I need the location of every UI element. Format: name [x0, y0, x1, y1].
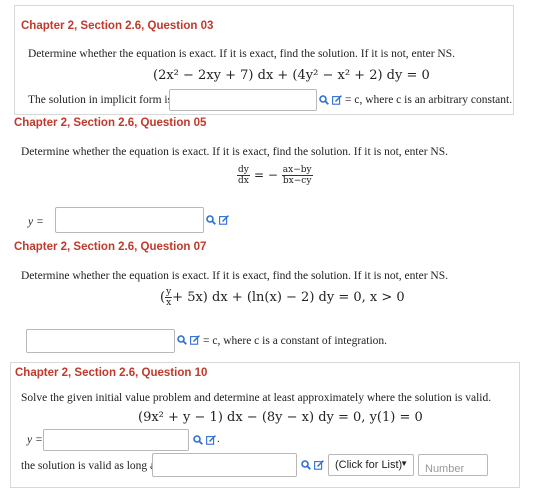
chevron-down-icon: ▼: [400, 459, 408, 468]
question-05-answer-label: y =: [28, 216, 44, 228]
question-03-heading: Chapter 2, Section 2.6, Question 03: [21, 20, 214, 32]
question-05-answer-input[interactable]: [55, 207, 204, 233]
question-07-suffix: = c, where c is a constant of integratio…: [203, 335, 388, 347]
search-icon[interactable]: [206, 215, 216, 225]
number-placeholder: Number: [425, 463, 465, 475]
condition-select-value: (Click for List): [335, 459, 403, 471]
question-07-answer-input[interactable]: [26, 329, 175, 353]
question-05-rhs-fraction: ax−by bx−cy: [281, 165, 313, 186]
edit-icon[interactable]: [219, 215, 229, 225]
edit-icon[interactable]: [332, 95, 342, 105]
question-05-equation: dy dx = − ax−by bx−cy: [237, 165, 313, 186]
question-10-heading: Chapter 2, Section 2.6, Question 10: [15, 367, 208, 379]
question-05-rhs-den: bx−cy: [282, 176, 312, 186]
edit-icon[interactable]: [206, 435, 216, 445]
question-03-prompt: Determine whether the equation is exact.…: [28, 48, 455, 60]
question-10-valid-input[interactable]: [152, 453, 297, 477]
question-10-after-icons: .: [217, 433, 220, 445]
question-10-answer-input[interactable]: [43, 429, 189, 451]
question-07-prompt: Determine whether the equation is exact.…: [21, 270, 448, 282]
question-10-answer-label: y =: [27, 434, 43, 446]
question-03-equation: (2x² − 2xy + 7) dx + (4y² − x² + 2) dy =…: [153, 68, 430, 83]
question-10-panel: Chapter 2, Section 2.6, Question 10 Solv…: [10, 362, 520, 488]
question-10-number-input[interactable]: Number: [418, 454, 488, 476]
condition-select[interactable]: (Click for List) ▼: [328, 454, 414, 476]
search-icon[interactable]: [301, 460, 311, 470]
search-icon[interactable]: [319, 95, 329, 105]
question-05-lhs-den: dx: [238, 176, 249, 186]
edit-icon[interactable]: [314, 460, 324, 470]
question-05-heading: Chapter 2, Section 2.6, Question 05: [14, 117, 207, 129]
question-03-answer-input[interactable]: [169, 89, 317, 111]
question-10-valid-label: the solution is valid as long as: [21, 460, 160, 472]
question-07-equation-rest: + 5x) dx + (ln(x) − 2) dy = 0, x > 0: [172, 290, 405, 305]
search-icon[interactable]: [193, 435, 203, 445]
edit-icon[interactable]: [190, 335, 200, 345]
question-05-lhs-fraction: dy dx: [237, 165, 250, 186]
question-05-lhs-num: dy: [237, 165, 250, 176]
question-10-prompt: Solve the given initial value problem an…: [21, 392, 492, 404]
question-03-answer-label: The solution in implicit form is: [28, 94, 173, 106]
question-07-equation: (y x + 5x) dx + (ln(x) − 2) dy = 0, x > 0: [160, 287, 405, 308]
question-05-prompt: Determine whether the equation is exact.…: [21, 146, 448, 158]
question-03-panel: Chapter 2, Section 2.6, Question 03 Dete…: [14, 5, 514, 115]
question-03-suffix: = c, where c is an arbitrary constant.: [345, 94, 513, 106]
question-10-equation: (9x² + y − 1) dx − (8y − x) dy = 0, y(1)…: [138, 410, 423, 425]
question-07-heading: Chapter 2, Section 2.6, Question 07: [14, 241, 207, 253]
question-05-rhs-num: ax−by: [281, 165, 313, 176]
search-icon[interactable]: [177, 335, 187, 345]
